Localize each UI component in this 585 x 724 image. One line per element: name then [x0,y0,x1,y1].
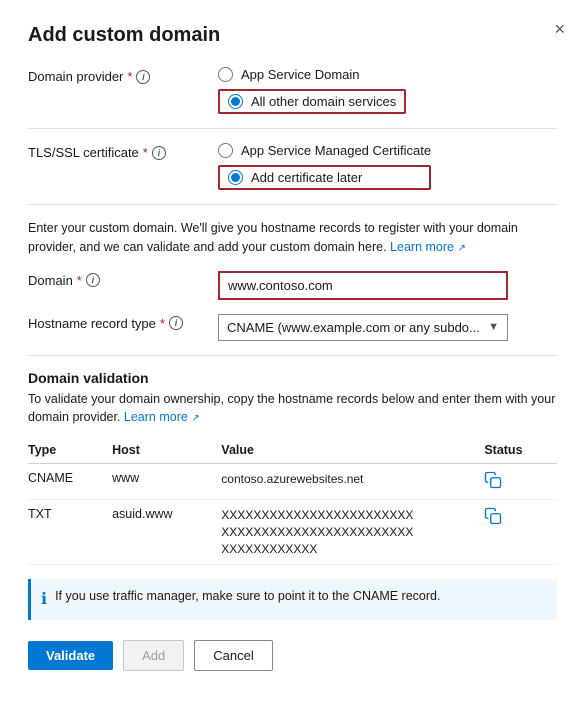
add-custom-domain-dialog: × Add custom domain Domain provider * i … [0,0,585,724]
dialog-title: Add custom domain [28,24,557,47]
row2-value: XXXXXXXXXXXXXXXXXXXXXXXX XXXXXXXXXXXXXXX… [221,500,484,565]
domain-provider-row: Domain provider * i App Service Domain A… [28,67,557,114]
hostname-record-label: Hostname record type * i [28,314,218,331]
copy-icon-2[interactable] [484,507,502,525]
learn-more-link[interactable]: Learn more ↗ [390,240,466,254]
col-host: Host [112,439,221,464]
row1-value: contoso.azurewebsites.net [221,464,484,500]
external-link-icon: ↗ [457,243,465,254]
divider-1 [28,128,557,129]
external-link-icon-2: ↗ [191,413,199,424]
row2-status[interactable] [484,500,557,565]
domain-input[interactable] [218,271,508,300]
row1-status[interactable] [484,464,557,500]
tls-ssl-options: App Service Managed Certificate Add cert… [218,143,431,190]
footer-buttons: Validate Add Cancel [28,640,557,671]
tls-ssl-info-icon[interactable]: i [152,146,166,160]
info-circle-icon: ℹ [41,588,47,612]
radio-managed-cert[interactable]: App Service Managed Certificate [218,143,431,158]
domain-field-row: Domain * i [28,271,557,300]
domain-validation-section: Domain validation To validate your domai… [28,370,557,566]
cancel-button[interactable]: Cancel [194,640,272,671]
radio-other-domain[interactable]: All other domain services [218,89,406,114]
domain-validation-learn-more[interactable]: Learn more ↗ [124,410,200,424]
tls-ssl-label: TLS/SSL certificate * i [28,143,218,160]
domain-validation-desc: To validate your domain ownership, copy … [28,390,557,428]
add-button: Add [123,640,184,671]
required-star: * [127,69,132,84]
domain-validation-title: Domain validation [28,370,557,386]
row2-host: asuid.www [112,500,221,565]
domain-label: Domain * i [28,271,218,288]
col-value: Value [221,439,484,464]
row1-host: www [112,464,221,500]
validate-button[interactable]: Validate [28,641,113,670]
close-button[interactable]: × [554,20,565,38]
radio-app-service-domain-input[interactable] [218,67,233,82]
table-row: CNAME www contoso.azurewebsites.net [28,464,557,500]
tls-ssl-row: TLS/SSL certificate * i App Service Mana… [28,143,557,190]
domain-provider-info-icon[interactable]: i [136,70,150,84]
validation-table: Type Host Value Status CNAME www contoso… [28,439,557,565]
hostname-record-select[interactable]: CNAME (www.example.com or any subdo... ▼ [218,314,508,341]
radio-other-domain-input[interactable] [228,94,243,109]
radio-add-cert-later[interactable]: Add certificate later [218,165,431,190]
traffic-manager-note: ℹ If you use traffic manager, make sure … [28,579,557,620]
info-text-block: Enter your custom domain. We'll give you… [28,219,557,257]
row1-type: CNAME [28,464,112,500]
col-status: Status [484,439,557,464]
radio-add-cert-later-input[interactable] [228,170,243,185]
radio-managed-cert-input[interactable] [218,143,233,158]
hostname-record-info-icon[interactable]: i [169,316,183,330]
domain-info-icon[interactable]: i [86,273,100,287]
divider-2 [28,204,557,205]
row2-type: TXT [28,500,112,565]
select-arrow-icon: ▼ [488,321,499,333]
required-star-3: * [77,273,82,288]
copy-icon-1[interactable] [484,471,502,489]
divider-3 [28,355,557,356]
hostname-record-value: CNAME (www.example.com or any subdo... [227,320,480,335]
hostname-record-row: Hostname record type * i CNAME (www.exam… [28,314,557,341]
required-star-4: * [160,316,165,331]
table-row: TXT asuid.www XXXXXXXXXXXXXXXXXXXXXXXX X… [28,500,557,565]
domain-provider-label: Domain provider * i [28,67,218,84]
col-type: Type [28,439,112,464]
radio-app-service-domain[interactable]: App Service Domain [218,67,406,82]
required-star-2: * [143,145,148,160]
domain-provider-options: App Service Domain All other domain serv… [218,67,406,114]
